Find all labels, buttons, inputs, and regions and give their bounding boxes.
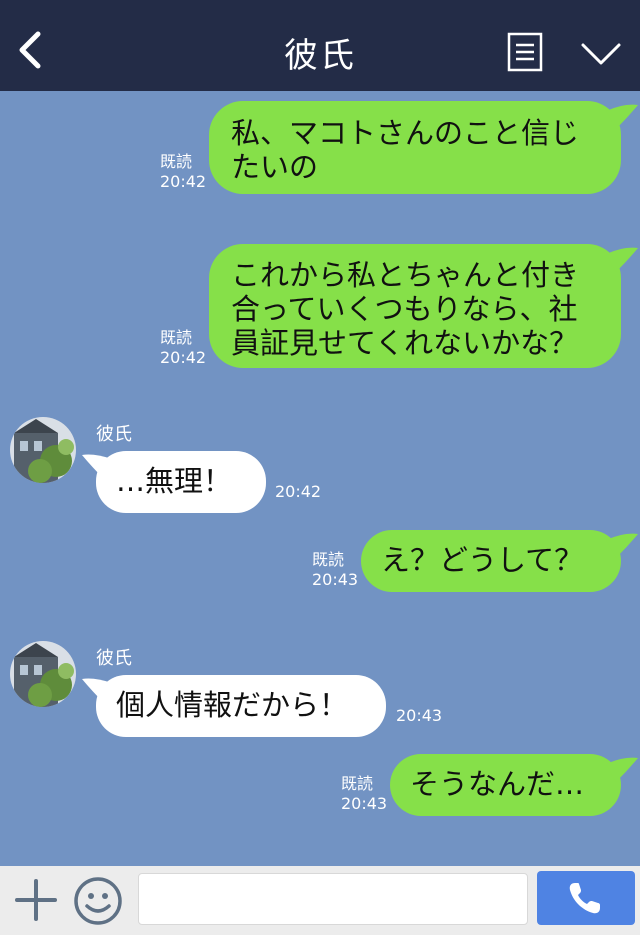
message-time: 20:43	[312, 570, 359, 589]
menu-list-icon[interactable]	[507, 32, 543, 72]
bubble-tail	[606, 104, 638, 129]
avatar-photo	[10, 641, 76, 707]
emoji-icon[interactable]	[73, 876, 123, 926]
read-receipt: 既読 20:42	[160, 152, 206, 192]
call-button[interactable]	[537, 871, 635, 925]
chat-title: 彼氏	[284, 36, 356, 76]
message-line: 私、マコトさんのこと信じ	[231, 116, 580, 150]
avatar[interactable]	[10, 417, 76, 483]
message-line: これから私とちゃんと付き	[231, 258, 580, 292]
message-time: 20:42	[160, 172, 207, 191]
read-receipt: 既読 20:43	[312, 550, 358, 590]
message-composer	[0, 866, 640, 935]
read-label: 既読	[312, 550, 345, 569]
plus-icon[interactable]	[14, 878, 58, 922]
message-line: え？どうして？	[381, 543, 584, 577]
message-time: 20:42	[160, 348, 207, 367]
bubble-tail	[606, 757, 638, 782]
phone-icon	[569, 883, 600, 914]
outgoing-bubble[interactable]: 私、マコトさんのこと信じ たいの	[209, 101, 621, 194]
message-time: 20:42	[275, 482, 322, 501]
chat-area[interactable]: 既読 20:42 私、マコトさんのこと信じ たいの 既読 20:42 これから私…	[0, 91, 640, 866]
read-receipt: 既読 20:42	[160, 328, 206, 368]
message-line: …無理！	[116, 464, 233, 498]
chevron-down-icon[interactable]	[580, 40, 622, 68]
message-line: そうなんだ…	[410, 767, 585, 801]
message-time: 20:43	[341, 794, 388, 813]
message-line: 合っていくつもりなら、社	[231, 292, 578, 326]
read-label: 既読	[160, 328, 193, 347]
incoming-bubble[interactable]: …無理！	[96, 451, 266, 513]
outgoing-bubble[interactable]: え？どうして？	[361, 530, 621, 592]
bubble-tail	[606, 533, 638, 558]
message-time: 20:43	[396, 706, 443, 725]
sender-name: 彼氏	[96, 648, 132, 669]
sender-name: 彼氏	[96, 424, 132, 445]
read-label: 既読	[160, 152, 193, 171]
outgoing-bubble[interactable]: そうなんだ…	[390, 754, 621, 816]
message-input[interactable]	[138, 873, 528, 925]
avatar[interactable]	[10, 641, 76, 707]
message-line: たいの	[231, 150, 319, 184]
incoming-bubble[interactable]: 個人情報だから！	[96, 675, 386, 737]
chat-header: 彼氏	[0, 0, 640, 91]
message-line: 員証見せてくれないかな？	[231, 326, 579, 360]
read-label: 既読	[341, 774, 374, 793]
message-line: 個人情報だから！	[116, 688, 349, 722]
bubble-tail	[606, 247, 638, 272]
avatar-photo	[10, 417, 76, 483]
read-receipt: 既読 20:43	[341, 774, 387, 814]
outgoing-bubble[interactable]: これから私とちゃんと付き 合っていくつもりなら、社 員証見せてくれないかな？	[209, 244, 621, 368]
